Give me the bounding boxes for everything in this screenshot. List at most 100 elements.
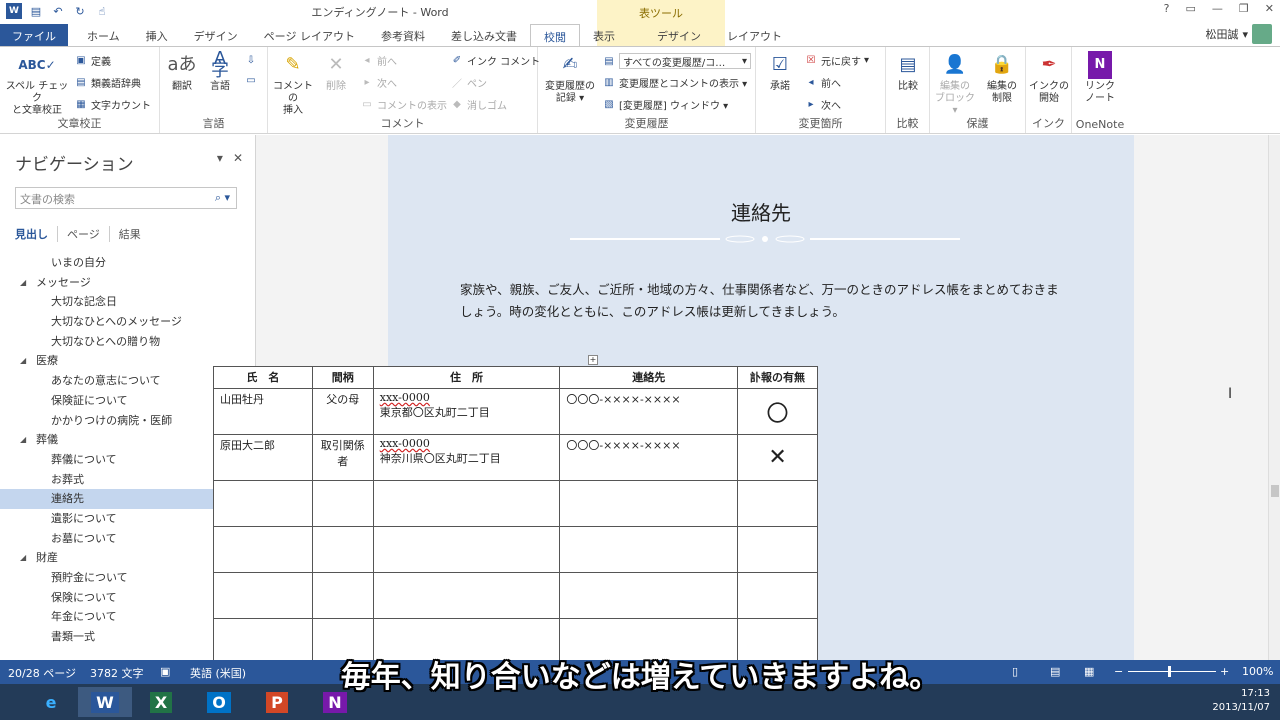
pen-button[interactable]: ／ペン — [450, 75, 487, 90]
table-cell-empty[interactable] — [559, 526, 739, 573]
cell-name[interactable]: 山田牡丹 — [213, 388, 313, 435]
delete-comment-button[interactable]: ✕ 削除 — [318, 51, 354, 93]
clock-date[interactable]: 2013/11/07 — [1212, 701, 1270, 715]
start-inking-button[interactable]: ✒ インクの 開始 — [1028, 51, 1070, 105]
cell-relation[interactable]: 取引関係者 — [311, 434, 374, 481]
tab-review[interactable]: 校閲 — [529, 24, 580, 46]
table-move-handle[interactable]: + — [588, 355, 598, 365]
show-markup-button[interactable]: ▥ 変更履歴とコメントの表示 ▾ — [602, 75, 747, 90]
collapse-triangle-icon[interactable]: ◢ — [20, 351, 26, 371]
table-cell-empty[interactable] — [559, 480, 739, 527]
tab-mailings[interactable]: 差し込み文書 — [438, 24, 530, 46]
cell-address[interactable]: xxx-0000 神奈川県〇区丸町二丁目 — [372, 434, 561, 481]
nav-search-input[interactable]: 文書の検索 ⌕ ▾ — [15, 187, 237, 209]
user-account[interactable]: 松田誠 ▾ — [1205, 24, 1272, 44]
cell-address[interactable]: xxx-0000 東京都〇区丸町二丁目 — [372, 388, 561, 435]
cell-relation[interactable]: 父の母 — [311, 388, 374, 435]
table-cell-empty[interactable] — [311, 480, 374, 527]
search-icon[interactable]: ⌕ ▾ — [215, 191, 230, 205]
table-row-empty[interactable] — [213, 572, 818, 619]
word-count-button[interactable]: ▦ 文字カウント — [74, 97, 151, 112]
next-comment-button[interactable]: ▸ 次へ — [360, 75, 397, 90]
track-changes-button[interactable]: ✍ 変更履歴の 記録 ▾ — [540, 51, 600, 105]
contacts-table[interactable]: 氏 名 間柄 住 所 連絡先 訃報の有無 山田牡丹 父の母 xxx-0000 東京… — [213, 366, 818, 665]
show-comments-button[interactable]: ▭ コメントの表示 — [360, 97, 447, 112]
nav-tab-pages[interactable]: ページ — [58, 226, 110, 242]
cell-notify[interactable]: ✕ — [737, 434, 818, 481]
collapse-triangle-icon[interactable]: ◢ — [20, 430, 26, 450]
restrict-editing-button[interactable]: 🔒 編集の 制限 — [980, 51, 1024, 105]
ribbon-display-button[interactable]: ▭ — [1186, 2, 1196, 15]
collapse-triangle-icon[interactable]: ◢ — [20, 273, 26, 293]
eraser-button[interactable]: ◆ 消しゴム — [450, 97, 507, 112]
reject-button[interactable]: ☒ 元に戻す ▾ — [804, 53, 870, 68]
new-comment-button[interactable]: ✎ コメントの 挿入 — [270, 51, 316, 117]
minimize-button[interactable]: — — [1212, 2, 1223, 15]
tab-references[interactable]: 参考資料 — [368, 24, 438, 46]
tab-view[interactable]: 表示 — [580, 24, 628, 46]
markup-select[interactable]: ▤ すべての変更履歴/コ… ▾ — [602, 53, 751, 69]
close-button[interactable]: ✕ — [1265, 2, 1274, 15]
nav-heading-level2[interactable]: 大切な記念日 — [0, 292, 256, 312]
table-cell-empty[interactable] — [372, 526, 561, 573]
cell-notify[interactable]: 〇 — [737, 388, 818, 435]
table-row-empty[interactable] — [213, 526, 818, 573]
table-cell-empty[interactable] — [737, 480, 818, 527]
nav-tab-results[interactable]: 結果 — [110, 226, 150, 242]
nav-heading-level2[interactable]: いまの自分 — [0, 253, 256, 273]
tab-table-design[interactable]: デザイン — [644, 24, 714, 46]
collapse-triangle-icon[interactable]: ◢ — [20, 548, 26, 568]
nav-close-icon[interactable]: ✕ — [233, 151, 243, 165]
tab-table-layout[interactable]: レイアウト — [714, 24, 795, 46]
tab-home[interactable]: ホーム — [74, 24, 133, 46]
nav-heading-level1[interactable]: ◢ メッセージ — [0, 273, 256, 293]
table-cell-empty[interactable] — [311, 572, 374, 619]
lang-option-button[interactable]: ⇩ — [244, 53, 258, 67]
table-cell-empty[interactable] — [737, 572, 818, 619]
accept-button[interactable]: ☑ 承諾 — [762, 51, 798, 93]
tab-file[interactable]: ファイル — [0, 24, 68, 46]
spelling-button[interactable]: ABC✓ スペル チェック と文章校正 — [4, 51, 70, 117]
block-authors-button[interactable]: 👤 編集の ブロック ▾ — [932, 51, 978, 117]
tab-insert[interactable]: 挿入 — [133, 24, 181, 46]
vertical-scrollbar[interactable] — [1268, 135, 1280, 660]
table-cell-empty[interactable] — [559, 572, 739, 619]
nav-heading-level2[interactable]: 大切なひとへの贈り物 — [0, 332, 256, 352]
compare-button[interactable]: ▤ 比較 — [890, 51, 926, 93]
cell-contact[interactable]: 〇〇〇-××××-×××× — [559, 388, 739, 435]
nav-tab-headings[interactable]: 見出し — [15, 226, 58, 242]
table-cell-empty[interactable] — [213, 480, 313, 527]
table-cell-empty[interactable] — [213, 572, 313, 619]
table-row[interactable]: 山田牡丹 父の母 xxx-0000 東京都〇区丸町二丁目 〇〇〇-××××-×××… — [213, 388, 818, 435]
nav-options-icon[interactable]: ▾ — [217, 151, 223, 165]
tab-page-layout[interactable]: ページ レイアウト — [251, 24, 368, 46]
cell-contact[interactable]: 〇〇〇-××××-×××× — [559, 434, 739, 481]
linked-notes-button[interactable]: N リンク ノート — [1080, 51, 1120, 105]
translate-button[interactable]: aあ 翻訳 — [164, 51, 200, 93]
help-button[interactable]: ? — [1164, 2, 1170, 15]
table-row[interactable]: 原田大二郎 取引関係者 xxx-0000 神奈川県〇区丸町二丁目 〇〇〇-××××… — [213, 434, 818, 481]
table-row-empty[interactable] — [213, 480, 818, 527]
ink-comment-button[interactable]: ✐ インク コメント — [450, 53, 540, 68]
scroll-thumb[interactable] — [1271, 485, 1279, 497]
table-cell-empty[interactable] — [372, 480, 561, 527]
next-change-button[interactable]: ▸ 次へ — [804, 97, 841, 112]
table-cell-empty[interactable] — [213, 526, 313, 573]
nav-heading-level2[interactable]: 大切なひとへのメッセージ — [0, 312, 256, 332]
cell-name[interactable]: 原田大二郎 — [213, 434, 313, 481]
table-cell-empty[interactable] — [737, 526, 818, 573]
table-cell-empty[interactable] — [311, 526, 374, 573]
language-button[interactable]: A字 言語 — [202, 50, 238, 93]
prev-change-button[interactable]: ◂ 前へ — [804, 75, 841, 90]
nav-heading-level2[interactable]: 連絡先 — [0, 489, 226, 509]
tab-design[interactable]: デザイン — [181, 24, 251, 46]
table-cell-empty[interactable] — [372, 572, 561, 619]
reviewing-pane-button[interactable]: ▧ [変更履歴] ウィンドウ ▾ — [602, 97, 728, 112]
restore-button[interactable]: ❐ — [1239, 2, 1249, 15]
lang-option2-button[interactable]: ▭ — [244, 73, 258, 87]
define-button[interactable]: ▣ 定義 — [74, 53, 111, 68]
translate-icon: aあ — [167, 54, 197, 75]
thesaurus-button[interactable]: ▤ 類義語辞典 — [74, 75, 141, 90]
prev-comment-button[interactable]: ◂ 前へ — [360, 53, 397, 68]
doc-paragraph: 家族や、親族、ご友人、ご近所・地域の方々、仕事関係者など、万一のときのアドレス帳… — [460, 282, 1059, 319]
